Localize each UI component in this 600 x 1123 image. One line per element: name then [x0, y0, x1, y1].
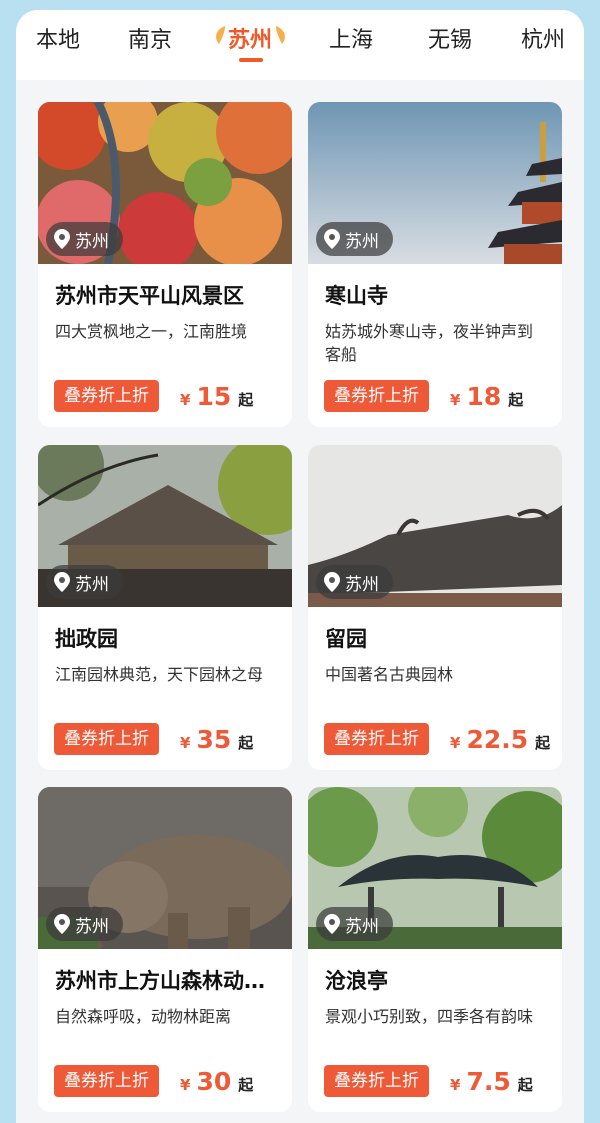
price-suffix: 起 [238, 734, 254, 752]
active-tab-indicator [239, 58, 263, 62]
attraction-description: 四大赏枫地之一，江南胜境 [55, 322, 248, 341]
coupon-badge: 叠券折上折 [324, 723, 429, 755]
location-label: 苏州 [345, 916, 379, 937]
location-label: 苏州 [345, 574, 379, 595]
location-badge: 苏州 [316, 565, 393, 599]
price-suffix: 起 [238, 1076, 254, 1094]
attraction-title: 寒山寺 [325, 284, 388, 308]
attraction-title: 沧浪亭 [325, 969, 388, 993]
location-pin-icon [54, 229, 70, 249]
location-label: 苏州 [75, 916, 109, 937]
location-badge: 苏州 [316, 907, 393, 941]
attraction-card[interactable]: 苏州 沧浪亭 景观小巧别致，四季各有韵味 叠券折上折 ¥ 7.5 起 [308, 787, 562, 1112]
location-badge: 苏州 [316, 222, 393, 256]
content-panel: 本地 南京 苏州 上海 无锡 杭州 苏州 苏州市天平山风景区 四大赏枫地之一，江… [16, 10, 584, 1123]
attraction-description: 姑苏城外寒山寺，夜半钟声到客船 [325, 322, 534, 364]
coupon-badge: 叠券折上折 [324, 1065, 429, 1097]
location-pin-icon [324, 914, 340, 934]
tab-hangzhou[interactable]: 杭州 [521, 22, 565, 54]
coupon-badge: 叠券折上折 [54, 1065, 159, 1097]
attraction-card[interactable]: 苏州 留园 中国著名古典园林 叠券折上折 ¥ 22.5 起 [308, 445, 562, 770]
price: ¥ 22.5 起 [450, 725, 550, 754]
leaf-right-icon [276, 26, 285, 44]
coupon-badge: 叠券折上折 [54, 380, 159, 412]
location-badge: 苏州 [46, 907, 123, 941]
attraction-description: 自然森呼吸，动物林距离 [55, 1007, 232, 1026]
price: ¥ 30 起 [180, 1067, 253, 1096]
price-value: 35 [196, 725, 232, 754]
price-suffix: 起 [517, 1076, 533, 1094]
coupon-badge: 叠券折上折 [324, 380, 429, 412]
price-suffix: 起 [508, 391, 524, 409]
attraction-card[interactable]: 苏州 寒山寺 姑苏城外寒山寺，夜半钟声到客船 叠券折上折 ¥ 18 起 [308, 102, 562, 427]
attraction-title: 留园 [325, 627, 367, 651]
price-value: 30 [196, 1067, 232, 1096]
attraction-card[interactable]: 苏州 苏州市上方山森林动物世界 自然森呼吸，动物林距离 叠券折上折 ¥ 30 起 [38, 787, 292, 1112]
attraction-card[interactable]: 苏州 苏州市天平山风景区 四大赏枫地之一，江南胜境 叠券折上折 ¥ 15 起 [38, 102, 292, 427]
tab-nanjing[interactable]: 南京 [128, 22, 172, 54]
attraction-title: 苏州市上方山森林动物世界 [55, 969, 277, 993]
attraction-description: 中国著名古典园林 [325, 665, 454, 684]
location-badge: 苏州 [46, 222, 123, 256]
currency-symbol: ¥ [180, 1076, 191, 1094]
price: ¥ 35 起 [180, 725, 253, 754]
location-pin-icon [54, 914, 70, 934]
price-value: 22.5 [466, 725, 529, 754]
tab-shanghai[interactable]: 上海 [329, 22, 373, 54]
attraction-title: 苏州市天平山风景区 [55, 284, 244, 308]
attraction-title: 拙政园 [55, 627, 118, 651]
location-label: 苏州 [345, 231, 379, 252]
tab-wuxi[interactable]: 无锡 [428, 22, 472, 54]
location-label: 苏州 [75, 574, 109, 595]
currency-symbol: ¥ [450, 1076, 461, 1094]
attraction-description: 江南园林典范，天下园林之母 [55, 665, 264, 684]
price-suffix: 起 [238, 391, 254, 409]
price-suffix: 起 [535, 734, 551, 752]
attraction-description: 景观小巧别致，四季各有韵味 [325, 1007, 534, 1026]
location-badge: 苏州 [46, 565, 123, 599]
price-value: 7.5 [466, 1067, 511, 1096]
currency-symbol: ¥ [180, 391, 191, 409]
location-pin-icon [54, 572, 70, 592]
tab-suzhou[interactable]: 苏州 [228, 22, 272, 54]
tab-bendi[interactable]: 本地 [36, 22, 80, 54]
leaf-left-icon [216, 26, 225, 44]
currency-symbol: ¥ [450, 391, 461, 409]
location-pin-icon [324, 229, 340, 249]
price: ¥ 15 起 [180, 382, 253, 411]
price: ¥ 18 起 [450, 382, 523, 411]
location-label: 苏州 [75, 231, 109, 252]
price-value: 18 [466, 382, 502, 411]
coupon-badge: 叠券折上折 [54, 723, 159, 755]
currency-symbol: ¥ [450, 734, 461, 752]
city-tab-bar: 本地 南京 苏州 上海 无锡 杭州 [16, 10, 584, 80]
price: ¥ 7.5 起 [450, 1067, 533, 1096]
currency-symbol: ¥ [180, 734, 191, 752]
price-value: 15 [196, 382, 232, 411]
location-pin-icon [324, 572, 340, 592]
attraction-card[interactable]: 苏州 拙政园 江南园林典范，天下园林之母 叠券折上折 ¥ 35 起 [38, 445, 292, 770]
